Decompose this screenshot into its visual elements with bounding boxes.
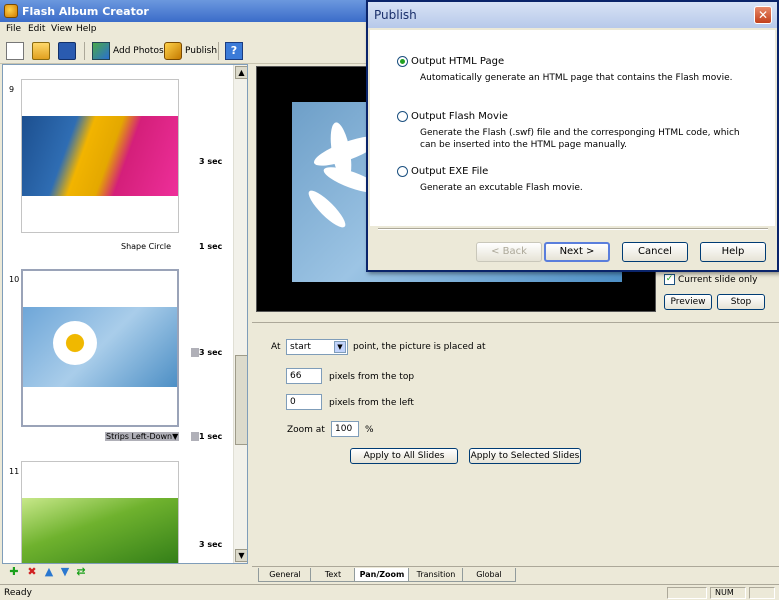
move-down-icon[interactable]: ▼ xyxy=(59,566,71,578)
output-flash-label[interactable]: Output Flash Movie xyxy=(411,111,508,122)
dialog-title-bar: Publish ✕ xyxy=(368,2,777,28)
tab-panzoom[interactable]: Pan/Zoom xyxy=(354,568,410,582)
transition-duration: 1 sec xyxy=(199,242,223,251)
shuffle-icon[interactable]: ⇄ xyxy=(75,566,87,578)
slide-list-scrollbar[interactable]: ▲ ▼ xyxy=(233,65,247,563)
status-cell xyxy=(749,587,775,599)
num-lock-indicator: NUM xyxy=(710,587,746,599)
cancel-button[interactable]: Cancel xyxy=(622,242,688,262)
toolbar-separator xyxy=(84,42,85,60)
output-html-desc: Automatically generate an HTML page that… xyxy=(420,73,733,83)
tab-global[interactable]: Global xyxy=(462,568,516,582)
app-icon xyxy=(4,4,18,18)
chevron-down-icon[interactable]: ▼ xyxy=(334,341,346,353)
close-icon[interactable]: ✕ xyxy=(754,6,772,24)
menu-help[interactable]: Help xyxy=(76,24,97,34)
delete-slide-icon[interactable]: ✖ xyxy=(26,566,38,578)
scroll-up-icon[interactable]: ▲ xyxy=(235,66,247,79)
move-up-icon[interactable]: ▲ xyxy=(43,566,55,578)
preview-button[interactable]: Preview xyxy=(664,294,712,310)
output-html-label[interactable]: Output HTML Page xyxy=(411,56,504,67)
output-flash-desc: Generate the Flash (.swf) file and the c… xyxy=(420,128,740,150)
help-button[interactable]: Help xyxy=(700,242,766,262)
dialog-separator xyxy=(378,228,768,230)
point-select[interactable]: start ▼ xyxy=(286,339,348,355)
output-exe-radio[interactable] xyxy=(397,166,408,177)
slide-number: 11 xyxy=(9,467,20,476)
leaf-thumbnail xyxy=(22,498,178,563)
point-select-value: start xyxy=(290,342,311,352)
toolbar-separator xyxy=(218,42,219,60)
open-folder-icon[interactable] xyxy=(32,42,50,60)
slide-number: 10 xyxy=(9,275,20,284)
next-button[interactable]: Next > xyxy=(544,242,610,262)
current-slide-label: Current slide only xyxy=(678,275,758,285)
flowers-thumbnail xyxy=(22,116,178,196)
current-slide-checkbox[interactable]: ✓ xyxy=(664,274,675,285)
duration-marker xyxy=(191,432,199,441)
left-pixels-input[interactable]: 0 xyxy=(286,394,322,410)
add-slide-icon[interactable]: ✚ xyxy=(8,566,20,578)
output-exe-label[interactable]: Output EXE File xyxy=(411,166,488,177)
publish-button[interactable]: Publish xyxy=(185,46,217,56)
slide-actions-bar: ✚ ✖ ▲ ▼ ⇄ xyxy=(2,564,248,582)
tab-general[interactable]: General xyxy=(258,568,312,582)
status-text: Ready xyxy=(4,588,32,598)
scroll-thumb[interactable] xyxy=(235,355,247,445)
window-title: Flash Album Creator xyxy=(22,5,149,18)
top-pixels-label: pixels from the top xyxy=(329,372,415,382)
settings-tabs: General Text Pan/Zoom Transition Global xyxy=(252,566,779,582)
zoom-label: Zoom at xyxy=(287,425,325,435)
slide-thumbnail-10[interactable] xyxy=(21,269,179,427)
apply-selected-slides-button[interactable]: Apply to Selected Slides xyxy=(469,448,581,464)
add-photos-button[interactable]: Add Photos xyxy=(113,46,164,56)
zoom-unit: % xyxy=(365,425,374,435)
help-icon[interactable]: ? xyxy=(225,42,243,60)
menu-file[interactable]: File xyxy=(6,24,21,34)
output-exe-desc: Generate an excutable Flash movie. xyxy=(420,183,583,193)
save-icon[interactable] xyxy=(58,42,76,60)
zoom-input[interactable]: 100 xyxy=(331,421,359,437)
menu-view[interactable]: View xyxy=(51,24,72,34)
slide-duration: 3 sec xyxy=(199,157,223,166)
transition-dropdown[interactable]: Strips Left-Down▼ xyxy=(105,432,180,441)
status-cell xyxy=(667,587,707,599)
scroll-down-icon[interactable]: ▼ xyxy=(235,549,247,562)
dialog-title: Publish xyxy=(374,8,417,22)
tab-transition[interactable]: Transition xyxy=(408,568,464,582)
publish-dialog: Publish ✕ Output HTML Page Automatically… xyxy=(366,0,779,272)
back-button[interactable]: < Back xyxy=(476,242,542,262)
tab-text[interactable]: Text xyxy=(310,568,356,582)
add-photos-icon[interactable] xyxy=(92,42,110,60)
slide-thumbnail-9[interactable] xyxy=(21,79,179,233)
point-suffix-label: point, the picture is placed at xyxy=(353,342,486,352)
left-pixels-label: pixels from the left xyxy=(329,398,414,408)
stop-button[interactable]: Stop xyxy=(717,294,765,310)
slide-duration: 3 sec xyxy=(199,348,223,357)
slide-list-panel[interactable]: 9 3 sec Shape Circle 1 sec 10 3 sec Stri… xyxy=(2,64,248,564)
daisy-thumbnail xyxy=(23,307,177,387)
panzoom-settings xyxy=(252,322,779,566)
menu-edit[interactable]: Edit xyxy=(28,24,45,34)
output-html-radio[interactable] xyxy=(397,56,408,67)
new-file-icon[interactable] xyxy=(6,42,24,60)
slide-thumbnail-11[interactable] xyxy=(21,461,179,563)
transition-label[interactable]: Shape Circle xyxy=(121,242,171,251)
apply-all-slides-button[interactable]: Apply to All Slides xyxy=(350,448,458,464)
slide-duration: 3 sec xyxy=(199,540,223,549)
top-pixels-input[interactable]: 66 xyxy=(286,368,322,384)
status-bar: Ready NUM xyxy=(0,584,779,600)
duration-marker xyxy=(191,348,199,357)
slide-number: 9 xyxy=(9,85,15,94)
dialog-body: Output HTML Page Automatically generate … xyxy=(370,30,775,226)
transition-duration: 1 sec xyxy=(199,432,223,441)
publish-icon[interactable] xyxy=(164,42,182,60)
output-flash-radio[interactable] xyxy=(397,111,408,122)
at-label: At xyxy=(271,342,281,352)
